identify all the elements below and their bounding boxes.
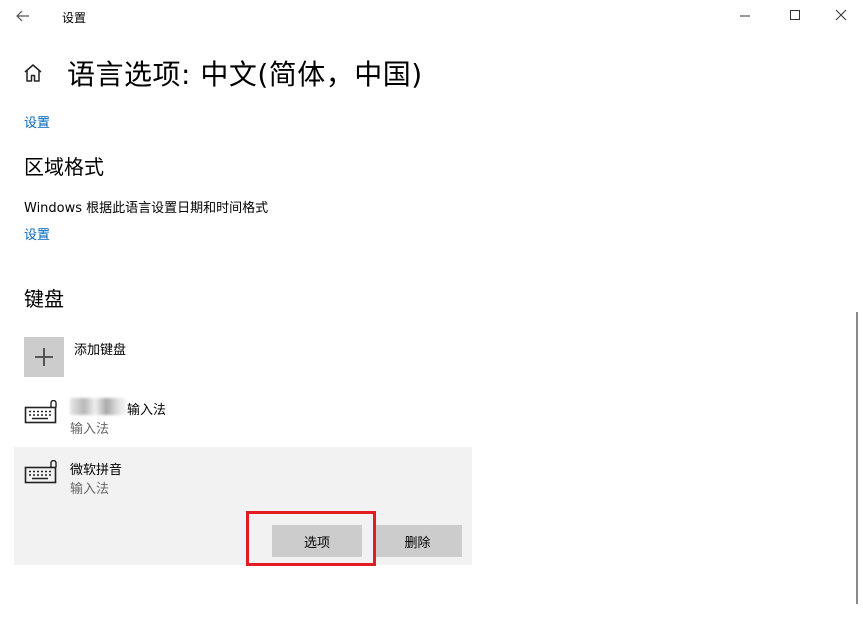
region-format-heading: 区域格式 bbox=[24, 155, 104, 179]
obscured-keyboard-name bbox=[70, 398, 126, 415]
keyboard-item-name[interactable]: 输入法 bbox=[127, 399, 166, 418]
title-bar: 设置 bbox=[0, 0, 863, 32]
keyboard-icon bbox=[24, 459, 60, 486]
close-icon[interactable] bbox=[826, 4, 856, 28]
keyboards-heading: 键盘 bbox=[24, 287, 64, 311]
keyboard-item-subtitle: 输入法 bbox=[70, 482, 110, 497]
highlight-box bbox=[246, 511, 376, 566]
page-title: 语言选项: 中文(简体，中国) bbox=[67, 58, 423, 91]
keyboard-item-subtitle: 输入法 bbox=[70, 422, 110, 437]
scrollbar[interactable] bbox=[856, 312, 858, 604]
add-keyboard-button[interactable] bbox=[24, 337, 64, 377]
region-format-description: Windows 根据此语言设置日期和时间格式 bbox=[24, 201, 269, 216]
region-format-settings-link[interactable]: 设置 bbox=[24, 224, 50, 243]
maximize-icon[interactable] bbox=[780, 4, 810, 28]
minimize-icon[interactable] bbox=[730, 4, 760, 28]
add-keyboard-label[interactable]: 添加键盘 bbox=[74, 339, 126, 358]
back-arrow-icon[interactable] bbox=[10, 4, 36, 28]
settings-link[interactable]: 设置 bbox=[24, 112, 50, 131]
keyboard-icon bbox=[24, 399, 60, 426]
remove-button[interactable]: 删除 bbox=[373, 525, 462, 557]
window-title: 设置 bbox=[62, 11, 87, 25]
home-icon[interactable] bbox=[22, 62, 44, 84]
keyboard-item-name[interactable]: 微软拼音 bbox=[70, 459, 122, 478]
